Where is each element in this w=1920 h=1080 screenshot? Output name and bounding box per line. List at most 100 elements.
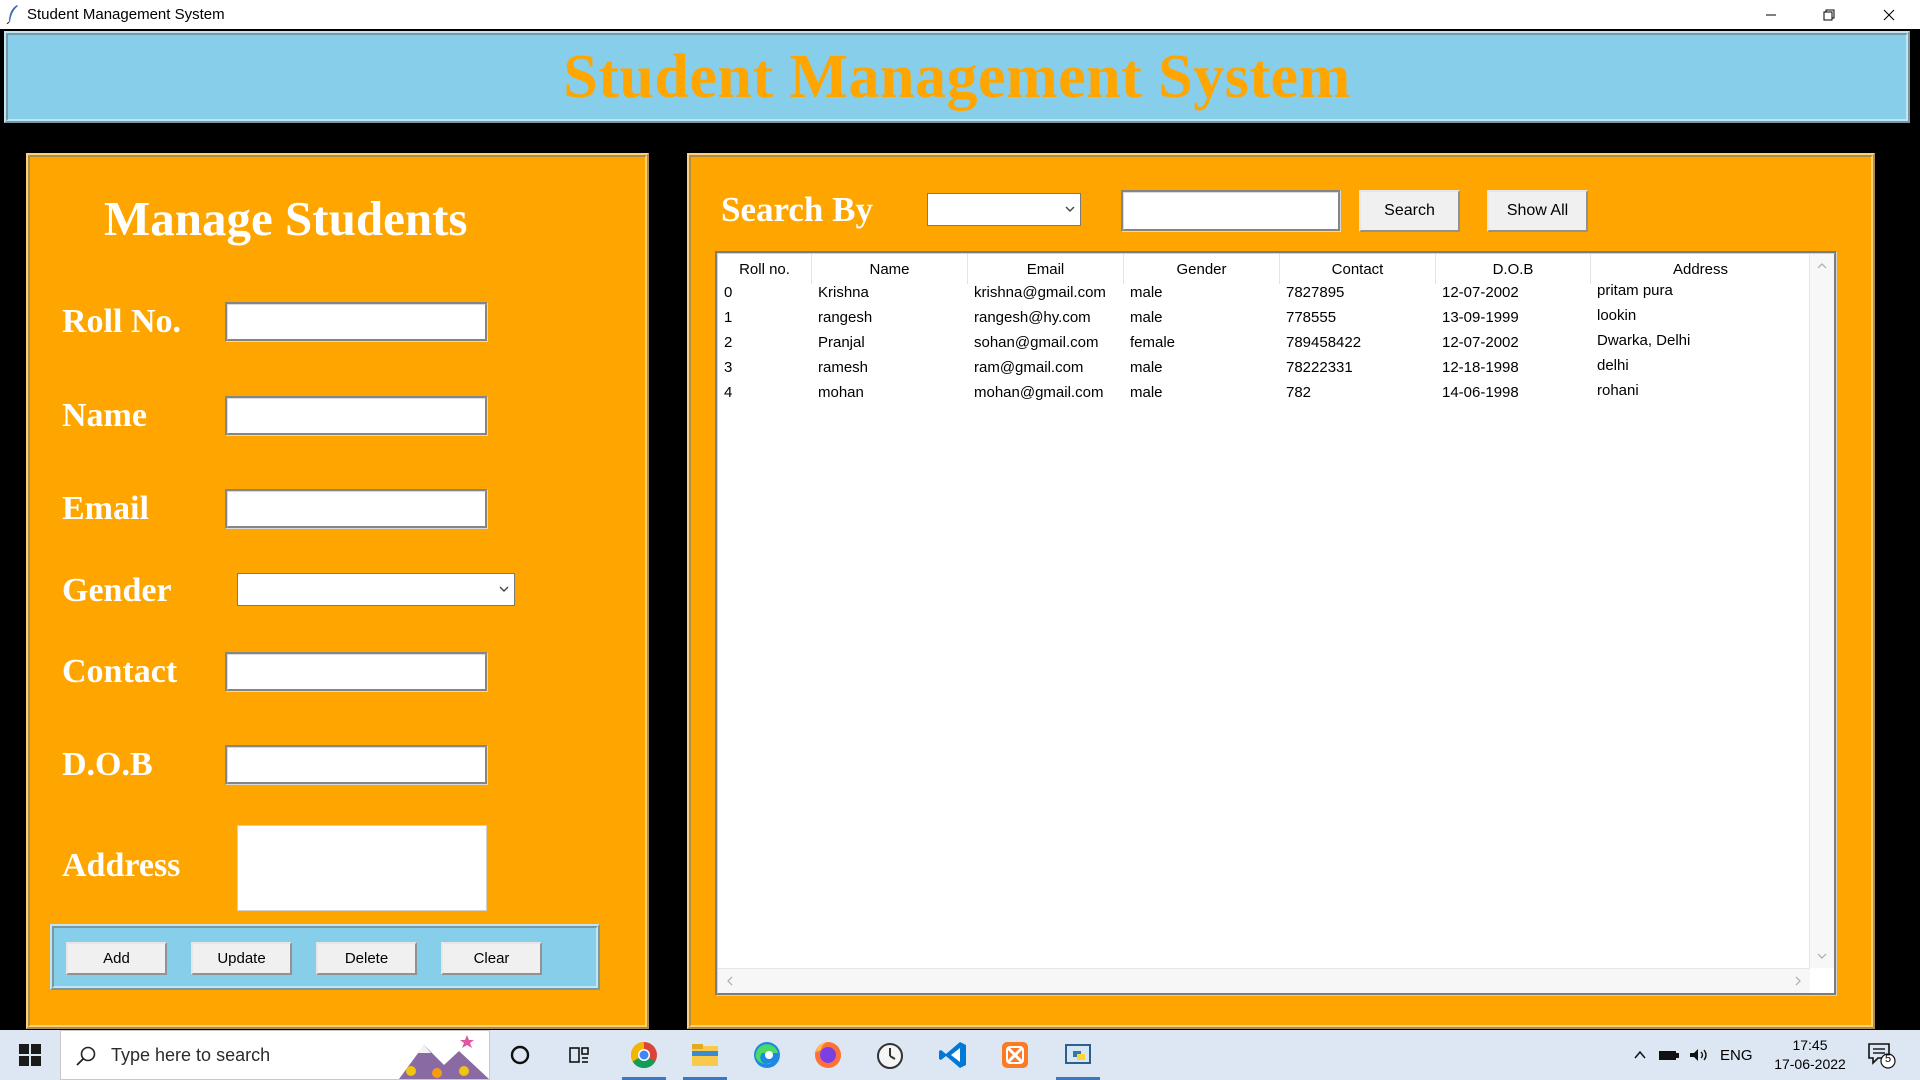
update-button[interactable]: Update [191, 942, 292, 975]
cell-address: delhi [1597, 357, 1629, 374]
table-header: Roll no. Name Email Gender Contact D.O.B… [718, 254, 1810, 284]
battery-icon[interactable] [1658, 1047, 1680, 1063]
python-idle-icon [1065, 1044, 1091, 1064]
cell-dob: 14-06-1998 [1442, 384, 1519, 401]
taskbar-python-app[interactable] [1050, 1030, 1106, 1080]
scroll-right-icon[interactable] [1792, 975, 1804, 987]
add-button[interactable]: Add [66, 942, 167, 975]
taskbar-search-box[interactable]: Type here to search [60, 1030, 490, 1080]
cell-dob: 12-18-1998 [1442, 359, 1519, 376]
cell-dob: 12-07-2002 [1442, 334, 1519, 351]
email-input[interactable] [225, 489, 488, 529]
search-by-select[interactable] [927, 193, 1081, 226]
column-header-roll[interactable]: Roll no. [718, 254, 812, 284]
column-header-name[interactable]: Name [812, 254, 968, 284]
button-frame: Add Update Delete Clear [50, 924, 600, 990]
cell-roll: 2 [724, 334, 733, 351]
contact-input[interactable] [225, 652, 488, 692]
manage-title: Manage Students [104, 191, 468, 246]
cell-email: krishna@gmail.com [974, 284, 1106, 301]
vscode-icon [939, 1042, 966, 1068]
cell-address: lookin [1597, 307, 1637, 324]
student-table[interactable]: Roll no. Name Email Gender Contact D.O.B… [715, 251, 1837, 996]
language-indicator[interactable]: ENG [1720, 1047, 1753, 1064]
app-title: Student Management System [563, 42, 1351, 111]
cell-roll: 3 [724, 359, 733, 376]
taskbar-edge[interactable] [739, 1030, 795, 1080]
column-header-contact[interactable]: Contact [1280, 254, 1436, 284]
cell-dob: 13-09-1999 [1442, 309, 1519, 326]
taskbar-firefox[interactable] [800, 1030, 856, 1080]
table-row[interactable]: 0 Krishna krishna@gmail.com male 7827895… [718, 282, 1810, 309]
cell-roll: 1 [724, 309, 733, 326]
table-row[interactable]: 2 Pranjal sohan@gmail.com female 7894584… [718, 332, 1810, 359]
restore-icon [1823, 9, 1835, 20]
scroll-left-icon[interactable] [724, 975, 736, 987]
chevron-up-icon[interactable] [1632, 1047, 1648, 1063]
column-header-dob[interactable]: D.O.B [1436, 254, 1591, 284]
table-row[interactable]: 4 mohan mohan@gmail.com male 782 14-06-1… [718, 382, 1810, 409]
search-button[interactable]: Search [1359, 190, 1460, 232]
taskbar-search-placeholder: Type here to search [111, 1045, 271, 1065]
cell-email: sohan@gmail.com [974, 334, 1099, 351]
show-all-button[interactable]: Show All [1487, 190, 1588, 232]
clear-button[interactable]: Clear [441, 942, 542, 975]
taskbar-clock-app[interactable] [862, 1030, 918, 1080]
taskbar-clock[interactable]: 17:45 17-06-2022 [1768, 1036, 1852, 1074]
start-button[interactable] [0, 1030, 60, 1080]
gender-label: Gender [62, 572, 172, 609]
column-header-address[interactable]: Address [1591, 254, 1810, 284]
close-button[interactable] [1860, 0, 1918, 29]
windows-taskbar: Type here to search ENG 17:45 17-06-2022… [0, 1030, 1920, 1080]
cell-roll: 4 [724, 384, 733, 401]
taskbar-task-view[interactable] [552, 1030, 608, 1080]
cell-address: pritam pura [1597, 282, 1673, 299]
table-row[interactable]: 1 rangesh rangesh@hy.com male 778555 13-… [718, 307, 1810, 334]
delete-button[interactable]: Delete [316, 942, 417, 975]
restore-button[interactable] [1800, 0, 1858, 29]
scroll-up-icon[interactable] [1816, 260, 1828, 272]
cell-name: mohan [818, 384, 864, 401]
chevron-down-icon [499, 586, 509, 592]
table-row[interactable]: 3 ramesh ram@gmail.com male 78222331 12-… [718, 357, 1810, 384]
clock-date: 17-06-2022 [1774, 1056, 1846, 1072]
search-icon [76, 1046, 96, 1066]
edge-icon [754, 1042, 780, 1068]
taskbar-cortana[interactable] [492, 1030, 548, 1080]
taskbar-file-explorer[interactable] [677, 1030, 733, 1080]
minimize-button[interactable] [1742, 0, 1800, 29]
taskbar-xampp[interactable] [987, 1030, 1043, 1080]
notification-center-button[interactable]: 5 [1866, 1040, 1896, 1070]
cell-contact: 782 [1286, 384, 1312, 401]
close-icon [1883, 9, 1895, 20]
notification-count: 5 [1885, 1053, 1892, 1065]
tk-feather-icon [6, 5, 18, 24]
search-text-input[interactable] [1121, 190, 1341, 232]
vertical-scrollbar[interactable] [1809, 254, 1834, 968]
cell-name: rangesh [818, 309, 873, 326]
dob-input[interactable] [225, 745, 488, 785]
column-header-gender[interactable]: Gender [1124, 254, 1280, 284]
cell-name: ramesh [818, 359, 869, 376]
address-label: Address [62, 847, 181, 884]
horizontal-scrollbar[interactable] [718, 968, 1810, 993]
chevron-down-icon [1065, 206, 1075, 212]
search-highlight-art-icon [399, 1035, 489, 1079]
manage-students-panel: Manage Students Roll No. Name Email Gend… [26, 153, 649, 1029]
address-textarea[interactable] [237, 825, 487, 911]
volume-icon[interactable] [1688, 1047, 1710, 1063]
cell-email: mohan@gmail.com [974, 384, 1104, 401]
window-titlebar: Student Management System [0, 0, 1920, 29]
notification-icon [1868, 1043, 1896, 1069]
dob-label: D.O.B [62, 746, 153, 783]
name-input[interactable] [225, 396, 488, 436]
roll-input[interactable] [225, 302, 488, 342]
scroll-down-icon[interactable] [1816, 950, 1828, 962]
cell-contact: 778555 [1286, 309, 1337, 326]
gender-select[interactable] [237, 573, 515, 606]
window-title: Student Management System [27, 6, 225, 23]
cell-name: Pranjal [818, 334, 865, 351]
taskbar-vscode[interactable] [925, 1030, 981, 1080]
taskbar-chrome[interactable] [616, 1030, 672, 1080]
column-header-email[interactable]: Email [968, 254, 1124, 284]
